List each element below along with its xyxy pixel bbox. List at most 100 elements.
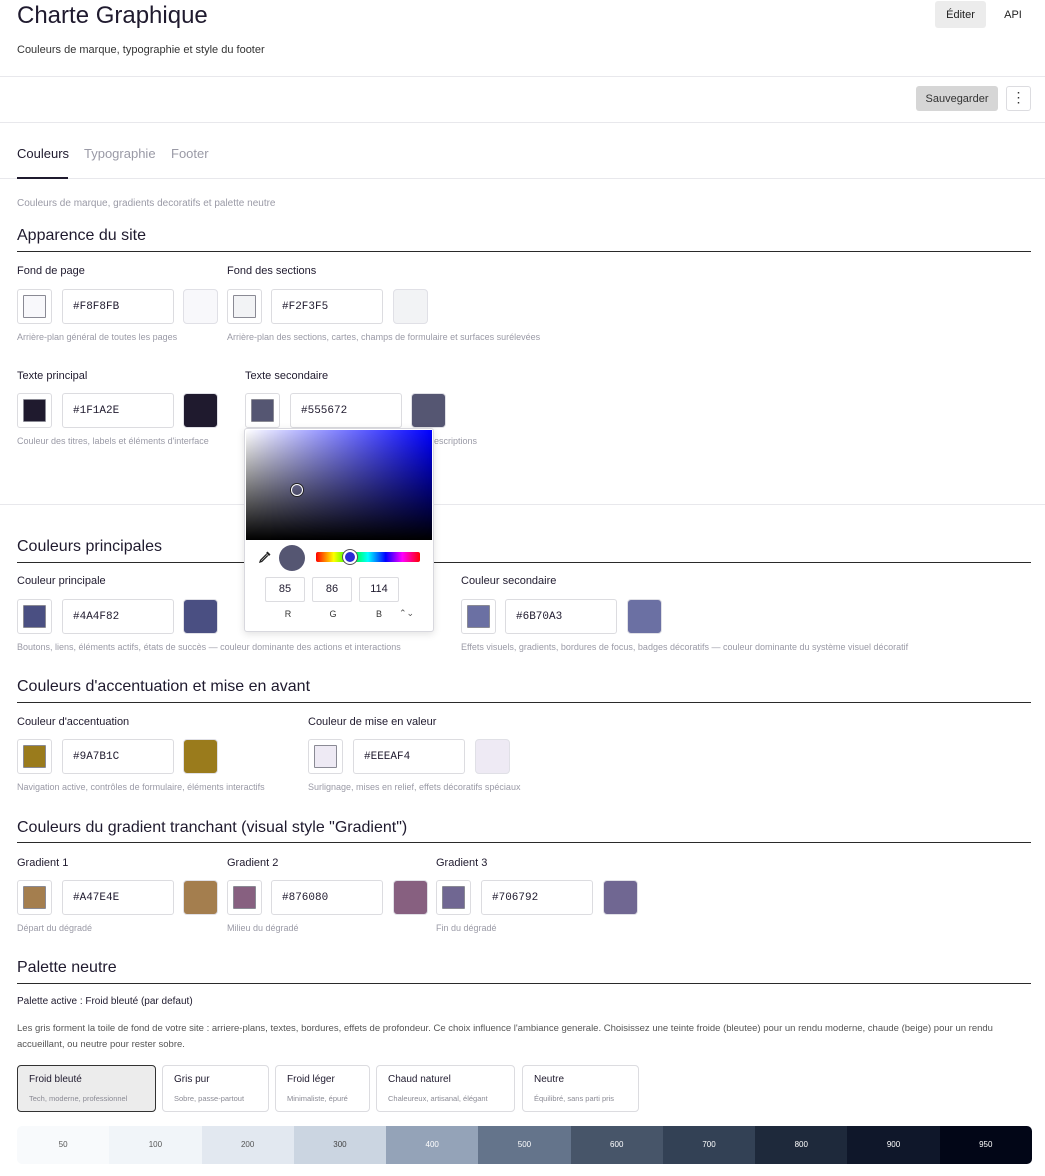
tab-typographie[interactable]: Typographie (84, 146, 156, 161)
hex-input[interactable] (481, 880, 593, 915)
palette-option-froid-bleute[interactable]: Froid bleuté Tech, moderne, professionne… (17, 1065, 156, 1112)
section-rule (17, 983, 1031, 984)
color-picker-button[interactable] (17, 289, 52, 324)
section-divider (0, 504, 1045, 505)
save-button[interactable]: Sauvegarder (916, 86, 998, 111)
field-hint: Départ du dégradé (17, 923, 93, 933)
color-picker-button[interactable] (461, 599, 496, 634)
color-swatch (251, 399, 274, 422)
color-preview (411, 393, 446, 428)
color-picker-button[interactable] (308, 739, 343, 774)
hue-slider[interactable] (316, 552, 420, 562)
scale-step-400: 400 (386, 1126, 479, 1164)
green-input[interactable]: 86 (312, 577, 352, 602)
tab-couleurs[interactable]: Couleurs (17, 146, 69, 161)
red-input[interactable]: 85 (265, 577, 305, 602)
color-swatch (467, 605, 490, 628)
color-picker-button[interactable] (17, 739, 52, 774)
scale-step-300: 300 (293, 1126, 387, 1164)
color-picker-button[interactable] (227, 880, 262, 915)
section-rule (17, 562, 1031, 563)
palette-description: Les gris forment la toile de fond de vot… (17, 1023, 993, 1050)
more-options-button[interactable]: ⋮ (1006, 86, 1031, 111)
color-picker-button[interactable] (17, 880, 52, 915)
field-label: Couleur secondaire (461, 575, 557, 587)
hex-input[interactable] (290, 393, 402, 428)
hex-input[interactable] (62, 739, 174, 774)
hex-input[interactable] (62, 393, 174, 428)
section-rule (17, 842, 1031, 843)
hex-input[interactable] (271, 289, 383, 324)
hex-input[interactable] (62, 599, 174, 634)
edit-button[interactable]: Éditer (935, 1, 986, 28)
palette-option-chaud-naturel[interactable]: Chaud naturel Chaleureux, artisanal, élé… (376, 1065, 515, 1112)
section-rule (17, 702, 1031, 703)
scale-step-50: 50 (17, 1126, 110, 1164)
color-swatch (23, 886, 46, 909)
active-palette-label: Palette active : Froid bleuté (par defau… (17, 996, 193, 1007)
field-hint: Boutons, liens, éléments actifs, états d… (17, 642, 401, 652)
scale-step-200: 200 (201, 1126, 294, 1164)
field-hint: Surlignage, mises en relief, effets déco… (308, 782, 521, 792)
api-button[interactable]: API (995, 1, 1031, 28)
tab-footer[interactable]: Footer (171, 146, 209, 161)
scale-step-100: 100 (109, 1126, 202, 1164)
field-hint: Arrière-plan général de toutes les pages (17, 332, 178, 342)
field-label: Couleur de mise en valeur (308, 716, 437, 728)
palette-option-desc: Chaleureux, artisanal, élégant (388, 1094, 488, 1103)
scale-step-500: 500 (478, 1126, 571, 1164)
palette-option-name: Froid léger (287, 1074, 335, 1085)
color-picker-button[interactable] (17, 393, 52, 428)
page-subtitle: Couleurs de marque, typographie et style… (17, 44, 265, 56)
hex-input[interactable] (62, 880, 174, 915)
color-preview (183, 739, 218, 774)
field-hint: Arrière-plan des sections, cartes, champ… (227, 332, 541, 342)
color-swatch (23, 295, 46, 318)
hex-input[interactable] (505, 599, 617, 634)
color-preview (183, 393, 218, 428)
color-picker-button[interactable] (436, 880, 471, 915)
page-title: Charte Graphique (17, 2, 208, 29)
blue-label: B (375, 609, 382, 619)
red-label: R (284, 609, 292, 619)
field-label: Gradient 2 (227, 857, 279, 869)
palette-option-desc: Minimaliste, épuré (287, 1094, 348, 1103)
color-preview (603, 880, 638, 915)
color-preview (393, 289, 428, 324)
palette-option-desc: Équilibré, sans parti pris (534, 1094, 615, 1103)
color-picker-button[interactable] (245, 393, 280, 428)
scale-step-900: 900 (847, 1126, 940, 1164)
neutral-scale: 50 100 200 300 400 500 600 700 800 900 9… (17, 1126, 1032, 1164)
field-label: Texte principal (17, 370, 88, 382)
hex-input[interactable] (353, 739, 465, 774)
palette-option-gris-pur[interactable]: Gris pur Sobre, passe-partout (162, 1065, 269, 1112)
eyedropper-icon[interactable] (258, 550, 272, 564)
section-title-gradient: Couleurs du gradient tranchant (visual s… (17, 819, 408, 836)
blue-input[interactable]: 114 (359, 577, 399, 602)
color-preview (183, 289, 218, 324)
active-tab-indicator (17, 177, 68, 179)
saturation-cursor[interactable] (291, 484, 303, 496)
page-header: Charte Graphique Couleurs de marque, typ… (0, 0, 1045, 77)
palette-option-neutre[interactable]: Neutre Équilibré, sans parti pris (522, 1065, 639, 1112)
color-preview (475, 739, 510, 774)
hex-input[interactable] (271, 880, 383, 915)
color-picker-popover: 85 86 114 R G B ⌃⌄ (244, 428, 434, 632)
tab-bar: Couleurs Typographie Footer (0, 123, 1045, 179)
color-picker-button[interactable] (17, 599, 52, 634)
color-swatch (23, 399, 46, 422)
palette-option-froid-leger[interactable]: Froid léger Minimaliste, épuré (275, 1065, 370, 1112)
color-swatch (442, 886, 465, 909)
color-picker-button[interactable] (227, 289, 262, 324)
color-mode-toggle-icon[interactable]: ⌃⌄ (399, 608, 414, 619)
hue-slider-handle[interactable] (343, 550, 357, 564)
saturation-area[interactable] (246, 430, 432, 540)
section-title-accent: Couleurs d'accentuation et mise en avant (17, 678, 311, 695)
hex-input[interactable] (62, 289, 174, 324)
scale-step-950: 950 (939, 1126, 1032, 1164)
scale-step-700: 700 (662, 1126, 756, 1164)
green-label: G (329, 609, 337, 619)
palette-option-name: Neutre (534, 1074, 565, 1085)
field-label: Gradient 1 (17, 857, 69, 869)
field-hint: Navigation active, contrôles de formulai… (17, 782, 265, 792)
